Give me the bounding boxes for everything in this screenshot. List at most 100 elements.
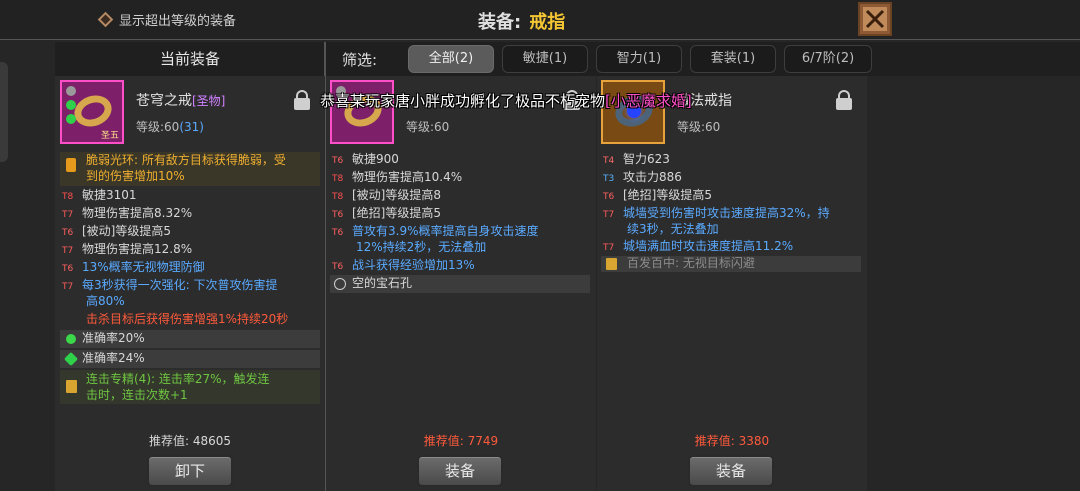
tier-label: T6 xyxy=(603,192,615,202)
stat-text: 战斗获得经验增加13% xyxy=(352,258,475,272)
stat-row: 12%持续2秒，无法叠加 xyxy=(356,240,487,254)
socket-text: 空的宝石孔 xyxy=(352,276,413,290)
stat-text: 物理伤害提高12.8% xyxy=(82,242,193,256)
stat-text: 每3秒获得一次强化: 下次普攻伤害提 xyxy=(82,278,278,292)
tier-label: T7 xyxy=(603,210,615,220)
stat-row: T8 [被动]等级提高8 xyxy=(332,187,441,206)
recommend-number: 3380 xyxy=(738,434,770,448)
stat-text: 敏捷900 xyxy=(352,152,399,166)
tier-label: T7 xyxy=(62,210,74,220)
gem-icon xyxy=(66,334,76,344)
filter-label: 筛选: xyxy=(342,51,378,69)
tier-label: T4 xyxy=(603,156,615,166)
level-extra: (31) xyxy=(179,120,204,134)
show-overlevel-toggle[interactable]: 显示超出等级的装备 xyxy=(97,10,237,29)
book-icon xyxy=(606,258,617,270)
tier-label: T8 xyxy=(332,192,344,202)
side-drawer-handle[interactable] xyxy=(0,62,8,162)
stat-text: 物理伤害提高10.4% xyxy=(352,170,463,184)
gem-text: 准确率24% xyxy=(82,351,145,365)
tier-label: T6 xyxy=(332,156,344,166)
stat-row: T4 智力623 xyxy=(603,151,670,170)
book-icon xyxy=(66,380,77,393)
stat-text: 普攻有3.9%概率提高自身攻击速度 xyxy=(352,224,539,238)
tier-label: T6 xyxy=(332,262,344,272)
aura-icon xyxy=(66,158,76,172)
current-item-level: 等级:60(31) xyxy=(136,118,204,135)
close-button[interactable] xyxy=(858,2,892,36)
level-text: 等级:60 xyxy=(136,120,180,134)
tier-label: T7 xyxy=(62,246,74,256)
stat-row: T7 物理伤害提高8.32% xyxy=(62,205,192,224)
set-line: 连击专精(4): 连击率27%，触发连 xyxy=(86,372,270,386)
stat-text: [被动]等级提高8 xyxy=(352,188,441,202)
stat-text: 攻击力886 xyxy=(623,170,682,184)
empty-socket-icon xyxy=(334,278,346,290)
stat-text: 13%概率无视物理防御 xyxy=(82,260,205,274)
stat-row: T8 敏捷3101 xyxy=(62,187,137,206)
title-prefix: 装备: xyxy=(478,12,522,33)
tier-label: T7 xyxy=(62,282,74,292)
stat-row: 击杀目标后获得伤害增强1%持续20秒 xyxy=(86,312,289,326)
diamond-checkbox-icon[interactable] xyxy=(97,11,114,28)
tier-label: T6 xyxy=(332,210,344,220)
stat-row: T6 战斗获得经验增加13% xyxy=(332,257,475,276)
gem-text: 准确率20% xyxy=(82,331,145,345)
stat-row: T8 物理伤害提高10.4% xyxy=(332,169,462,188)
stat-text: 城墙受到伤害时攻击速度提高32%，持 xyxy=(623,206,830,220)
stat-row: T6 13%概率无视物理防御 xyxy=(62,259,205,278)
lock-icon[interactable] xyxy=(294,90,310,110)
unequip-button[interactable]: 卸下 xyxy=(147,455,233,487)
filter-set[interactable]: 套装(1) xyxy=(690,45,776,73)
stat-row: T6 [绝招]等级提高5 xyxy=(332,205,441,224)
special-line: 脆弱光环: 所有敌方目标获得脆弱，受 xyxy=(86,153,286,167)
close-icon xyxy=(865,9,885,29)
filter-agility[interactable]: 敏捷(1) xyxy=(502,45,588,73)
stat-text: 智力623 xyxy=(623,152,670,166)
lock-icon[interactable] xyxy=(836,90,852,110)
filter-all[interactable]: 全部(2) xyxy=(408,45,494,73)
item-tag: [圣物] xyxy=(192,94,226,108)
green-gem-pip xyxy=(66,100,76,110)
ring-shape xyxy=(70,90,116,132)
stat-row: 高80% xyxy=(86,293,125,310)
stat-row: T3 攻击力886 xyxy=(603,169,682,188)
title-value: 戒指 xyxy=(529,12,566,33)
filter-intelligence[interactable]: 智力(1) xyxy=(596,45,682,73)
stat-text: 高80% xyxy=(86,294,125,308)
broadcast-pet-name: [小恶魔求婚] xyxy=(605,92,692,110)
recommend-number: 7749 xyxy=(467,434,499,448)
current-equip-heading: 当前装备 xyxy=(55,42,325,76)
filter-tier[interactable]: 6/7阶(2) xyxy=(784,45,872,73)
recommend-value: 推荐值: 48605 xyxy=(55,432,325,449)
stat-text: 物理伤害提高8.32% xyxy=(82,206,193,220)
candidate2-level: 等级:60 xyxy=(677,120,721,134)
tier-label: T7 xyxy=(603,243,615,253)
tier-label: T3 xyxy=(603,174,615,184)
stat-row: T6 [绝招]等级提高5 xyxy=(603,187,712,206)
recommend-label: 推荐值: xyxy=(694,434,735,448)
set-line: 百发百中: 无视目标闪避 xyxy=(627,256,755,270)
broadcast-message: 恭喜某玩家唐小胖成功孵化了极品不朽宠物[小恶魔求婚] xyxy=(320,90,692,111)
special-line: 到的伤害增加10% xyxy=(86,169,185,183)
tier-label: T6 xyxy=(62,264,74,274)
stat-text: 城墙满血时攻击速度提高11.2% xyxy=(623,239,794,253)
equip-button[interactable]: 装备 xyxy=(688,455,774,487)
tier-label: T6 xyxy=(62,228,74,238)
stat-row: T6 [被动]等级提高5 xyxy=(62,223,171,242)
stat-row: 续3秒，无法叠加 xyxy=(627,222,719,236)
recommend-value: 推荐值: 3380 xyxy=(597,432,867,449)
tier-label: T8 xyxy=(62,192,74,202)
stat-row: T7 物理伤害提高12.8% xyxy=(62,241,192,260)
equip-button[interactable]: 装备 xyxy=(417,455,503,487)
stat-text: 敏捷3101 xyxy=(82,188,137,202)
recommend-label: 推荐值: xyxy=(148,434,190,448)
set-line: 击时，连击次数+1 xyxy=(86,388,188,402)
page-title: 装备: 戒指 xyxy=(478,8,565,34)
candidate1-level: 等级:60 xyxy=(406,120,450,134)
filter-bar: 筛选: 全部(2) 敏捷(1) 智力(1) 套装(1) 6/7阶(2) xyxy=(326,42,1080,76)
recommend-value: 推荐值: 7749 xyxy=(326,432,596,449)
toggle-label: 显示超出等级的装备 xyxy=(119,14,237,29)
slot-pip xyxy=(66,86,76,96)
current-item-name: 苍穹之戒[圣物] xyxy=(136,90,225,110)
